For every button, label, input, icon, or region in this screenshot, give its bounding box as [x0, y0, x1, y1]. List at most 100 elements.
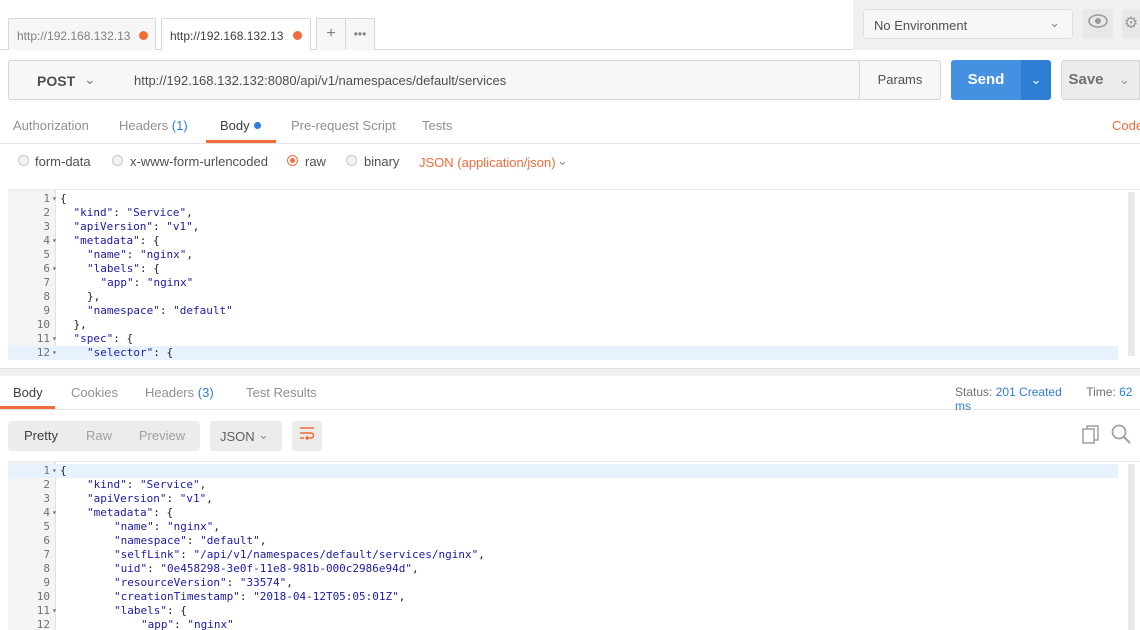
code-text: "labels": {: [114, 604, 187, 617]
params-button[interactable]: Params: [859, 60, 941, 100]
generate-code-link[interactable]: Code: [1112, 118, 1140, 133]
request-tab-label: http://192.168.132.13: [170, 29, 284, 43]
code-text: "app": "nginx": [141, 618, 234, 630]
code-line: 3 "apiVersion": "v1",: [8, 220, 1118, 234]
save-dropdown-button[interactable]: ⌄: [1110, 60, 1140, 100]
code-line: 2 "kind": "Service",: [8, 478, 1118, 492]
method-select[interactable]: POST ⌄: [8, 60, 125, 100]
chevron-down-icon: ⌄: [1119, 72, 1130, 87]
wrap-icon: [299, 427, 315, 444]
response-headers-count: (3): [197, 385, 214, 400]
line-number: 10: [36, 590, 50, 603]
line-number: 6: [43, 534, 50, 547]
code-line: 9 "namespace": "default": [8, 304, 1118, 318]
binary-label: binary: [364, 154, 400, 169]
format-label: JSON: [220, 429, 255, 444]
unsaved-dot-icon: [293, 31, 302, 40]
code-text: "name": "nginx",: [114, 520, 220, 533]
scrollbar[interactable]: [1128, 464, 1135, 630]
request-tab-label: http://192.168.132.13: [17, 29, 131, 43]
fold-toggle-icon[interactable]: ▾: [52, 332, 57, 346]
tab-authorization[interactable]: Authorization: [13, 118, 89, 133]
copy-icon[interactable]: [1082, 425, 1102, 447]
scrollbar[interactable]: [1128, 192, 1135, 356]
code-text: "apiVersion": "v1",: [87, 492, 213, 505]
fold-toggle-icon[interactable]: ▾: [52, 234, 57, 248]
tab-tests[interactable]: Tests: [422, 118, 452, 133]
time-label: Time:: [1086, 385, 1116, 399]
code-line: 12 ▾ "selector": {: [8, 346, 1118, 360]
code-line: 10},: [8, 318, 1118, 332]
line-number: 12: [36, 618, 50, 630]
new-tab-button[interactable]: +: [316, 18, 346, 50]
code-text: {: [60, 192, 67, 205]
code-text: "kind": "Service",: [73, 206, 193, 219]
line-number: 5: [43, 520, 50, 533]
url-input[interactable]: http://192.168.132.132:8080/api/v1/names…: [124, 60, 860, 100]
code-line: 2 "kind": "Service",: [8, 206, 1118, 220]
code-line: 4 ▾ "metadata": {: [8, 506, 1118, 520]
radio-urlencoded[interactable]: [112, 155, 123, 166]
code-text: "apiVersion": "v1",: [73, 220, 200, 233]
fold-toggle-icon[interactable]: ▾: [52, 262, 57, 276]
content-type-select[interactable]: JSON (application/json): [419, 155, 556, 170]
environment-quick-look-button[interactable]: [1083, 9, 1113, 39]
request-body-editor[interactable]: 1 ▾{2 "kind": "Service", 3 "apiVersion": "v1…: [8, 189, 1140, 360]
request-tab-2[interactable]: http://192.168.132.13: [161, 18, 311, 51]
line-number: 7: [43, 548, 50, 561]
fold-toggle-icon[interactable]: ▾: [52, 464, 57, 478]
fold-toggle-icon[interactable]: ▾: [52, 506, 57, 520]
view-preview-button[interactable]: Preview: [124, 421, 200, 451]
search-icon[interactable]: [1111, 424, 1133, 446]
environment-select[interactable]: No Environment ⌄: [863, 9, 1073, 39]
save-button[interactable]: Save: [1061, 60, 1111, 100]
radio-raw[interactable]: [287, 155, 298, 166]
view-raw-button[interactable]: Raw: [74, 421, 124, 451]
response-tab-headers[interactable]: Headers (3): [145, 385, 214, 400]
line-number: 5: [43, 248, 50, 261]
tab-pre-request-script[interactable]: Pre-request Script: [291, 118, 396, 133]
panel-divider[interactable]: [0, 368, 1140, 376]
tab-more-button[interactable]: •••: [345, 18, 375, 50]
tab-headers[interactable]: Headers (1): [119, 118, 188, 133]
send-button[interactable]: Send: [951, 60, 1021, 100]
line-number: 3: [43, 220, 50, 233]
code-line: 11 ▾ "labels": {: [8, 604, 1118, 618]
request-tab-1[interactable]: http://192.168.132.13: [8, 18, 156, 50]
method-label: POST: [37, 73, 76, 89]
chevron-down-icon: ⌄: [1030, 72, 1042, 87]
radio-form-data[interactable]: [18, 155, 29, 166]
response-body-viewer[interactable]: 1 ▾{2 "kind": "Service", 3 "apiVersion": "v1…: [8, 461, 1140, 630]
code-text: "metadata": {: [73, 234, 160, 247]
line-number: 12: [36, 346, 50, 359]
line-number: 8: [43, 562, 50, 575]
response-tab-cookies[interactable]: Cookies: [71, 385, 118, 400]
settings-button[interactable]: ⚙: [1122, 9, 1140, 39]
line-number: 7: [43, 276, 50, 289]
eye-icon: [1088, 14, 1108, 32]
code-text: "app": "nginx": [100, 276, 194, 289]
send-dropdown-button[interactable]: ⌄: [1021, 60, 1051, 100]
view-pretty-button[interactable]: Pretty: [8, 421, 74, 451]
response-headers-label: Headers: [145, 385, 195, 400]
wrap-lines-button[interactable]: [292, 421, 322, 451]
code-text: "creationTimestamp": "2018-04-12T05:05:0…: [114, 590, 406, 603]
response-tab-test-results[interactable]: Test Results: [246, 385, 317, 400]
tab-headers-label: Headers: [119, 118, 169, 133]
response-tab-body[interactable]: Body: [13, 385, 43, 400]
code-text: "namespace": "default",: [114, 534, 267, 547]
fold-toggle-icon[interactable]: ▾: [52, 346, 57, 360]
response-format-select[interactable]: JSON ⌄: [210, 421, 282, 451]
tab-body[interactable]: Body: [220, 118, 261, 133]
chevron-down-icon[interactable]: ⌄: [557, 153, 568, 169]
modified-dot-icon: [253, 122, 261, 129]
chevron-down-icon: ⌄: [1049, 15, 1060, 30]
line-number: 10: [36, 318, 50, 331]
gear-icon: ⚙: [1123, 15, 1139, 32]
code-line: 8},: [8, 290, 1118, 304]
line-number: 3: [43, 492, 50, 505]
fold-toggle-icon[interactable]: ▾: [52, 604, 57, 618]
line-number: 2: [43, 206, 50, 219]
radio-binary[interactable]: [346, 155, 357, 166]
fold-toggle-icon[interactable]: ▾: [52, 192, 57, 206]
